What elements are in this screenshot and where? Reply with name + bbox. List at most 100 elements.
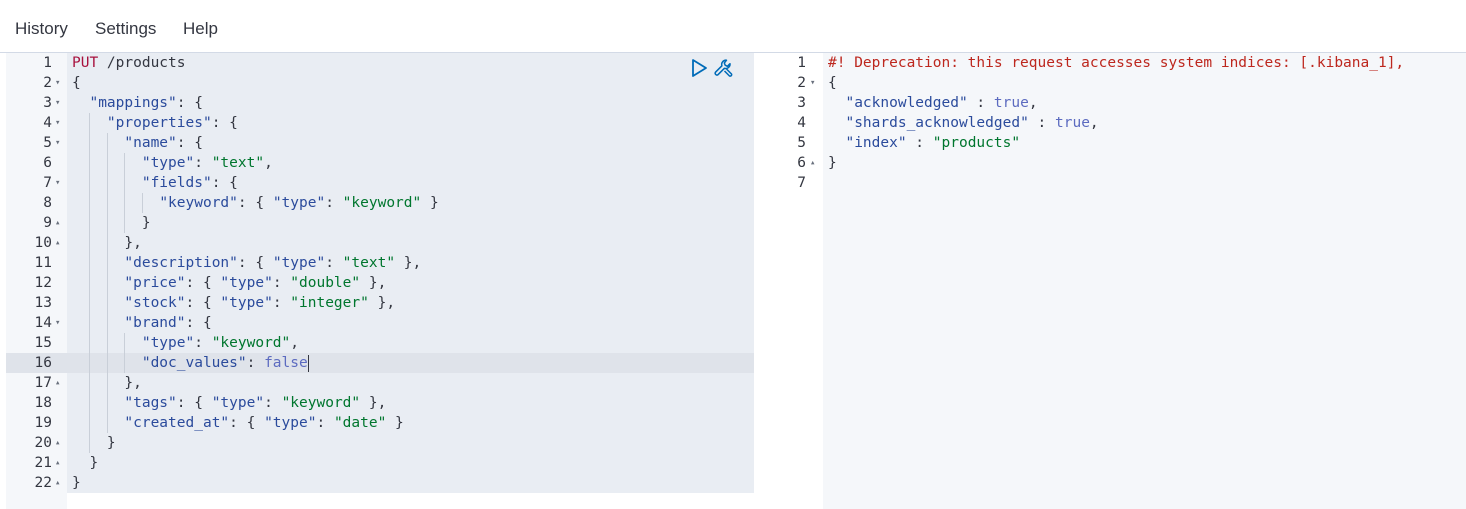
code-text[interactable]: "shards_acknowledged" : true, (828, 113, 1098, 133)
code-text[interactable]: "fields": { (72, 173, 238, 193)
code-token: : (316, 415, 334, 431)
code-text[interactable]: "name": { (72, 133, 203, 153)
code-text[interactable]: #! Deprecation: this request accesses sy… (828, 53, 1404, 73)
code-text[interactable]: "index" : "products" (828, 133, 1020, 153)
code-token: : (906, 135, 933, 151)
wrench-icon[interactable] (712, 57, 734, 79)
response-line[interactable]: 2 ▾ { (772, 73, 1466, 93)
code-text[interactable]: } (828, 153, 837, 173)
line-number: 20 (34, 435, 52, 451)
request-line[interactable]: 3 ▾ "mappings": { (6, 93, 754, 113)
code-text[interactable]: } (72, 433, 116, 453)
code-text[interactable]: "stock": { "type": "integer" }, (72, 293, 395, 313)
code-text[interactable]: "acknowledged" : true, (828, 93, 1037, 113)
code-token: , (264, 155, 273, 171)
line-number: 22 (34, 475, 52, 491)
request-line[interactable]: 8 "keyword": { "type": "keyword" } (6, 193, 754, 213)
menu-history[interactable]: History (15, 19, 68, 39)
fold-toggle-end-icon[interactable]: ▴ (55, 433, 60, 453)
request-line[interactable]: 17 ▴ }, (6, 373, 754, 393)
code-text[interactable]: "description": { "type": "text" }, (72, 253, 421, 273)
code-text[interactable]: "keyword": { "type": "keyword" } (72, 193, 438, 213)
request-line[interactable]: 2 ▾ { (6, 73, 754, 93)
response-line[interactable]: 7 (772, 173, 1466, 193)
response-line[interactable]: 4 "shards_acknowledged" : true, (772, 113, 1466, 133)
code-token: "type" (220, 275, 273, 291)
request-line[interactable]: 13 "stock": { "type": "integer" }, (6, 293, 754, 313)
line-number: 8 (43, 195, 52, 211)
line-number: 21 (34, 455, 52, 471)
fold-toggle-collapse-icon[interactable]: ▾ (55, 73, 60, 93)
code-token: "index" (845, 135, 907, 151)
code-text[interactable]: "brand": { (72, 313, 212, 333)
request-line[interactable]: 15 "type": "keyword", (6, 333, 754, 353)
request-line[interactable]: 5 ▾ "name": { (6, 133, 754, 153)
fold-toggle-collapse-icon[interactable]: ▾ (810, 73, 815, 93)
response-line[interactable]: 5 "index" : "products" (772, 133, 1466, 153)
response-line[interactable]: 1 #! Deprecation: this request accesses s… (772, 53, 1466, 73)
code-text[interactable]: "type": "text", (72, 153, 273, 173)
fold-toggle-end-icon[interactable]: ▴ (55, 373, 60, 393)
request-line[interactable]: 14 ▾ "brand": { (6, 313, 754, 333)
request-line[interactable]: 16 "doc_values": false (6, 353, 754, 373)
request-line[interactable]: 9 ▴ } (6, 213, 754, 233)
code-token: "brand" (124, 315, 186, 331)
request-line[interactable]: 11 "description": { "type": "text" }, (6, 253, 754, 273)
request-line[interactable]: 6 "type": "text", (6, 153, 754, 173)
request-line[interactable]: 20 ▴ } (6, 433, 754, 453)
code-token: "keyword" (342, 195, 422, 211)
fold-toggle-end-icon[interactable]: ▴ (810, 153, 815, 173)
menu-settings[interactable]: Settings (95, 19, 156, 39)
fold-toggle-collapse-icon[interactable]: ▾ (55, 313, 60, 333)
fold-toggle-end-icon[interactable]: ▴ (55, 453, 60, 473)
line-number: 3 (43, 95, 52, 111)
request-line[interactable]: 19 "created_at": { "type": "date" } (6, 413, 754, 433)
code-text[interactable]: PUT /products (72, 53, 186, 73)
code-token: : { (185, 315, 212, 331)
code-text[interactable]: "created_at": { "type": "date" } (72, 413, 403, 433)
request-line[interactable]: 7 ▾ "fields": { (6, 173, 754, 193)
fold-toggle-collapse-icon[interactable]: ▾ (55, 133, 60, 153)
fold-toggle-end-icon[interactable]: ▴ (55, 473, 60, 493)
code-token: #! Deprecation: this request accesses sy… (828, 55, 1405, 71)
code-text[interactable]: "tags": { "type": "keyword" }, (72, 393, 386, 413)
code-text[interactable]: } (72, 473, 81, 493)
request-line[interactable]: 10 ▴ }, (6, 233, 754, 253)
code-token: "acknowledged" (845, 95, 968, 111)
code-token: "fields" (141, 175, 212, 191)
response-line[interactable]: 3 "acknowledged" : true, (772, 93, 1466, 113)
menu-help[interactable]: Help (183, 19, 218, 39)
code-text[interactable]: "price": { "type": "double" }, (72, 273, 386, 293)
code-text[interactable]: "mappings": { (72, 93, 203, 113)
fold-toggle-collapse-icon[interactable]: ▾ (55, 173, 60, 193)
play-icon[interactable] (688, 57, 710, 79)
request-editor[interactable]: 1 PUT /products 2 ▾{3 ▾ "mappings": {4 ▾ "pro… (6, 53, 754, 509)
code-text[interactable]: } (72, 453, 98, 473)
code-token: : { (185, 295, 221, 311)
fold-toggle-collapse-icon[interactable]: ▾ (55, 113, 60, 133)
line-number: 17 (34, 375, 52, 391)
request-line[interactable]: 1 PUT /products (6, 53, 754, 73)
fold-toggle-end-icon[interactable]: ▴ (55, 213, 60, 233)
response-line[interactable]: 6 ▴} (772, 153, 1466, 173)
request-line[interactable]: 21 ▴ } (6, 453, 754, 473)
code-token: : { (211, 115, 238, 131)
request-line[interactable]: 4 ▾ "properties": { (6, 113, 754, 133)
code-token: "shards_acknowledged" (845, 115, 1029, 131)
request-line[interactable]: 12 "price": { "type": "double" }, (6, 273, 754, 293)
code-text[interactable]: "properties": { (72, 113, 238, 133)
line-number: 12 (34, 275, 52, 291)
fold-toggle-end-icon[interactable]: ▴ (55, 233, 60, 253)
fold-toggle-collapse-icon[interactable]: ▾ (55, 93, 60, 113)
code-text[interactable]: { (72, 73, 81, 93)
request-line[interactable]: 18 "tags": { "type": "keyword" }, (6, 393, 754, 413)
code-token: "type" (141, 335, 195, 351)
code-text[interactable]: } (72, 213, 151, 233)
code-token: false (264, 355, 308, 371)
request-line[interactable]: 22 ▴} (6, 473, 754, 493)
response-viewer[interactable]: 1 #! Deprecation: this request accesses s… (772, 53, 1466, 509)
code-text[interactable]: { (828, 73, 837, 93)
code-token: : { (185, 275, 221, 291)
line-number: 6 (43, 155, 52, 171)
